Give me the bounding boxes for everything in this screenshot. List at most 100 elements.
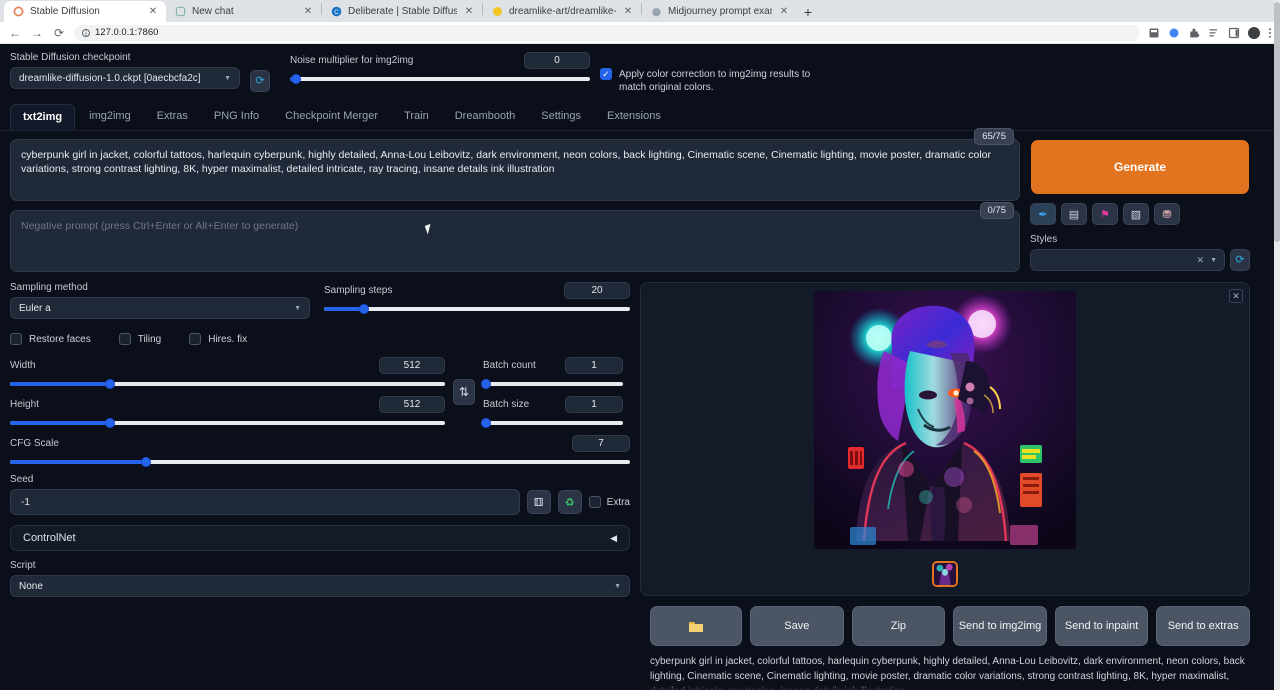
batch-count-slider[interactable] <box>483 382 623 386</box>
cfg-scale-slider[interactable] <box>10 460 630 464</box>
tiling-toggle[interactable]: Tiling <box>119 333 162 345</box>
hires-fix-checkbox[interactable] <box>189 333 201 345</box>
seed-extra-checkbox[interactable] <box>589 496 601 508</box>
generate-button[interactable]: Generate <box>1030 139 1250 195</box>
chevron-down-icon: ▼ <box>294 305 301 312</box>
browser-tab-3[interactable]: dreamlike-art/dreamlike-diffusio ✕ <box>483 1 641 22</box>
noise-multiplier-value[interactable]: 0 <box>524 52 590 69</box>
height-slider[interactable] <box>10 421 445 425</box>
tab-close-icon[interactable]: ✕ <box>302 6 314 18</box>
tab-close-icon[interactable]: ✕ <box>463 6 475 18</box>
tab-extras[interactable]: Extras <box>145 104 200 130</box>
random-seed-dice-icon[interactable]: ⚅ <box>527 490 551 514</box>
back-icon[interactable]: ← <box>8 26 22 40</box>
save-style-icon[interactable]: ⛃ <box>1154 203 1180 225</box>
batch-count-value[interactable]: 1 <box>565 357 623 374</box>
reading-list-icon[interactable] <box>1208 27 1220 39</box>
swap-dimensions-button[interactable]: ⇅ <box>453 379 475 405</box>
chevron-left-icon: ◀ <box>610 533 617 544</box>
forward-icon[interactable]: → <box>30 26 44 40</box>
chevron-down-icon: ▼ <box>1210 257 1217 264</box>
new-tab-button[interactable]: + <box>797 1 819 22</box>
generation-settings-panel: Sampling method Euler a ▼ Sampling steps… <box>10 282 630 690</box>
script-select[interactable]: None ▼ <box>10 575 630 597</box>
stable-diffusion-webui: Stable Diffusion checkpoint dreamlike-di… <box>0 44 1280 690</box>
browser-tab-0[interactable]: Stable Diffusion ✕ <box>4 1 166 22</box>
batch-count-group: Batch count 1 <box>483 357 623 386</box>
generate-icon-row: ✒ ▤ ⚑ ▧ ⛃ <box>1030 203 1250 225</box>
reddit-favicon <box>651 6 662 17</box>
browser-tab-2[interactable]: C Deliberate | Stable Diffusion Che ✕ <box>322 1 482 22</box>
browser-menu-icon[interactable] <box>1268 27 1272 39</box>
tiling-checkbox[interactable] <box>119 333 131 345</box>
browser-tab-4[interactable]: Midjourney prompt examples : L ✕ <box>642 1 797 22</box>
reuse-seed-recycle-icon[interactable]: ♻ <box>558 490 582 514</box>
paintbrush-icon[interactable]: ✒ <box>1030 203 1056 225</box>
hires-fix-toggle[interactable]: Hires. fix <box>189 333 247 345</box>
extension-sync-icon[interactable] <box>1168 27 1180 39</box>
clipboard-icon[interactable]: ▧ <box>1123 203 1149 225</box>
send-to-inpaint-button[interactable]: Send to inpaint <box>1055 606 1149 646</box>
width-value[interactable]: 512 <box>379 357 445 374</box>
sidepanel-icon[interactable] <box>1228 27 1240 39</box>
noise-multiplier-slider[interactable] <box>290 77 590 81</box>
close-icon[interactable]: ✕ <box>1229 289 1243 303</box>
send-to-img2img-button[interactable]: Send to img2img <box>953 606 1047 646</box>
image-thumbnail[interactable] <box>932 561 958 587</box>
tab-settings[interactable]: Settings <box>529 104 593 130</box>
tab-close-icon[interactable]: ✕ <box>622 6 634 18</box>
refresh-checkpoints-button[interactable]: ⟳ <box>250 70 270 92</box>
clipboard-glyph: ▧ <box>1131 208 1141 221</box>
trash-icon[interactable]: ▤ <box>1061 203 1087 225</box>
chat-favicon <box>175 6 186 17</box>
tab-dreambooth[interactable]: Dreambooth <box>443 104 528 130</box>
extensions-puzzle-icon[interactable] <box>1188 27 1200 39</box>
zip-button[interactable]: Zip <box>852 606 946 646</box>
styles-clear-icon[interactable]: ✕ <box>1197 255 1205 266</box>
restore-faces-checkbox[interactable] <box>10 333 22 345</box>
batch-size-slider[interactable] <box>483 421 623 425</box>
height-value[interactable]: 512 <box>379 396 445 413</box>
sampling-steps-slider[interactable] <box>324 307 630 311</box>
cfg-scale-value[interactable]: 7 <box>572 435 630 452</box>
browser-tab-1[interactable]: New chat ✕ <box>166 1 321 22</box>
prompt-input[interactable]: cyberpunk girl in jacket, colorful tatto… <box>10 139 1020 201</box>
scrollbar-thumb[interactable] <box>1274 2 1280 242</box>
batch-size-value[interactable]: 1 <box>565 396 623 413</box>
profile-avatar-icon[interactable] <box>1248 27 1260 39</box>
open-folder-button[interactable] <box>650 606 742 646</box>
site-info-icon[interactable]: i <box>82 29 90 37</box>
restore-faces-toggle[interactable]: Restore faces <box>10 333 91 345</box>
seed-extra-toggle[interactable]: Extra <box>589 496 630 508</box>
tab-png-info[interactable]: PNG Info <box>202 104 271 130</box>
generated-image[interactable] <box>814 291 1076 549</box>
tab-extensions[interactable]: Extensions <box>595 104 673 130</box>
width-slider[interactable] <box>10 382 445 386</box>
color-correction-checkbox[interactable]: ✓ <box>600 68 612 80</box>
sampling-steps-value[interactable]: 20 <box>564 282 630 299</box>
tab-close-icon[interactable]: ✕ <box>778 6 790 18</box>
send-to-extras-button[interactable]: Send to extras <box>1156 606 1250 646</box>
seed-input[interactable]: -1 <box>10 489 520 515</box>
tab-train[interactable]: Train <box>392 104 441 130</box>
negative-prompt-input[interactable]: Negative prompt (press Ctrl+Enter or Alt… <box>10 210 1020 272</box>
tab-checkpoint-merger[interactable]: Checkpoint Merger <box>273 104 390 130</box>
checkpoint-select[interactable]: dreamlike-diffusion-1.0.ckpt [0aecbcfa2c… <box>10 67 240 89</box>
refresh-styles-button[interactable]: ⟳ <box>1230 249 1250 271</box>
output-column: ✕ <box>640 282 1260 690</box>
reload-icon[interactable]: ⟳ <box>52 26 66 40</box>
calculator-icon[interactable] <box>1148 27 1160 39</box>
controlnet-accordion[interactable]: ControlNet ◀ <box>10 525 630 551</box>
dimensions-row: Width 512 Height 512 <box>10 357 630 435</box>
tab-txt2img[interactable]: txt2img <box>10 104 75 130</box>
tab-close-icon[interactable]: ✕ <box>147 6 159 18</box>
page-scrollbar[interactable] <box>1274 0 1280 690</box>
styles-select[interactable]: ✕ ▼ <box>1030 249 1225 271</box>
huggingface-favicon <box>492 6 503 17</box>
address-bar[interactable]: i 127.0.0.1:7860 <box>74 25 1140 41</box>
tiling-label: Tiling <box>138 334 162 345</box>
tab-img2img[interactable]: img2img <box>77 104 143 130</box>
save-button[interactable]: Save <box>750 606 844 646</box>
sampling-method-select[interactable]: Euler a ▼ <box>10 297 310 319</box>
magnet-icon[interactable]: ⚑ <box>1092 203 1118 225</box>
